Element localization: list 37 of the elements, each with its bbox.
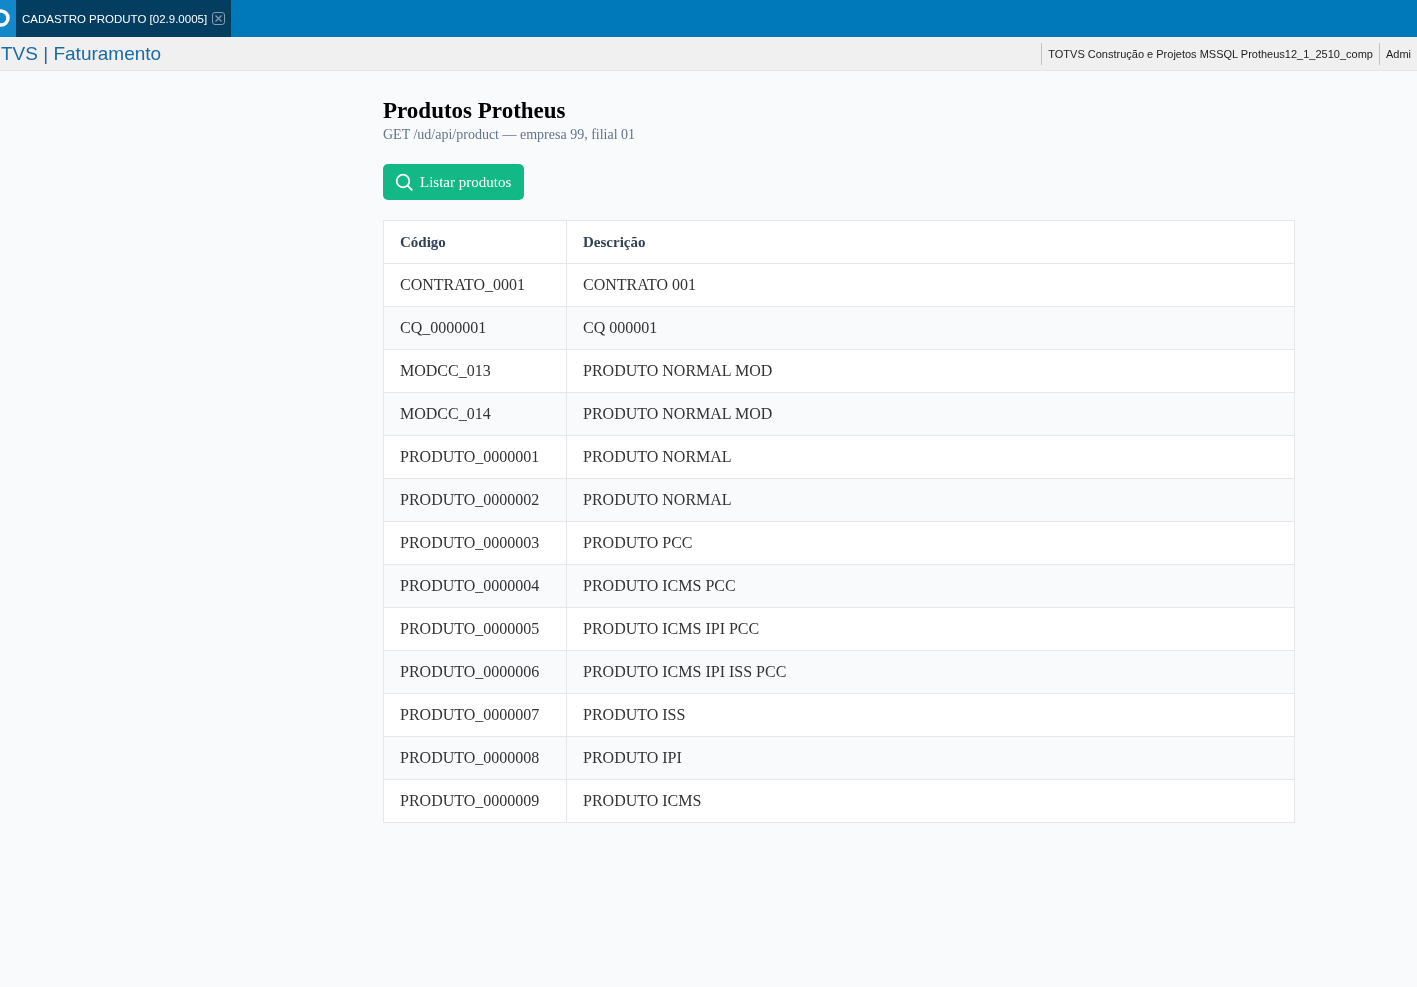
code-cell: PRODUTO_0000001 bbox=[383, 435, 567, 479]
code-cell: PRODUTO_0000003 bbox=[383, 521, 567, 565]
app-tab[interactable]: CADASTRO PRODUTO [02.9.0005] bbox=[16, 0, 232, 37]
description-cell: CONTRATO 001 bbox=[566, 263, 1295, 307]
code-cell: MODCC_014 bbox=[383, 392, 567, 436]
column-header: Código bbox=[383, 220, 567, 264]
description-cell: PRODUTO PCC bbox=[566, 521, 1295, 565]
environment-label: TOTVS Construção e Projetos MSSQL Protheus12_1_2510_comp bbox=[1047, 47, 1374, 60]
search-icon bbox=[395, 173, 413, 191]
code-cell: PRODUTO_0000009 bbox=[383, 779, 567, 823]
code-cell: PRODUTO_0000007 bbox=[383, 693, 567, 737]
description-cell: PRODUTO NORMAL MOD bbox=[566, 349, 1295, 393]
code-cell: PRODUTO_0000008 bbox=[383, 736, 567, 780]
code-cell: PRODUTO_0000004 bbox=[383, 564, 567, 608]
code-cell: CONTRATO_0001 bbox=[383, 263, 567, 307]
code-cell: PRODUTO_0000002 bbox=[383, 478, 567, 522]
description-cell: PRODUTO ISS bbox=[566, 693, 1295, 737]
page-title: Produtos Protheus bbox=[383, 97, 566, 125]
description-cell: PRODUTO NORMAL bbox=[566, 435, 1295, 479]
column-header: Descrição bbox=[566, 220, 1295, 264]
logo-icon bbox=[0, 0, 16, 37]
description-cell: CQ 000001 bbox=[566, 306, 1295, 350]
description-cell: PRODUTO ICMS bbox=[566, 779, 1295, 823]
code-cell: PRODUTO_0000006 bbox=[383, 650, 567, 694]
user-label: Admi bbox=[1384, 47, 1412, 60]
description-cell: PRODUTO NORMAL MOD bbox=[566, 392, 1295, 436]
code-cell: CQ_0000001 bbox=[383, 306, 567, 350]
description-cell: PRODUTO ICMS IPI PCC bbox=[566, 607, 1295, 651]
code-cell: PRODUTO_0000005 bbox=[383, 607, 567, 651]
description-cell: PRODUTO NORMAL bbox=[566, 478, 1295, 522]
description-cell: PRODUTO ICMS PCC bbox=[566, 564, 1295, 608]
description-cell: PRODUTO IPI bbox=[566, 736, 1295, 780]
app-title: TVS | Faturamento bbox=[0, 42, 162, 65]
description-cell: PRODUTO ICMS IPI ISS PCC bbox=[566, 650, 1295, 694]
close-icon[interactable] bbox=[212, 12, 226, 25]
page-subtitle: GET /ud/api/product — empresa 99, filial 01 bbox=[383, 126, 636, 144]
code-cell: MODCC_013 bbox=[383, 349, 567, 393]
